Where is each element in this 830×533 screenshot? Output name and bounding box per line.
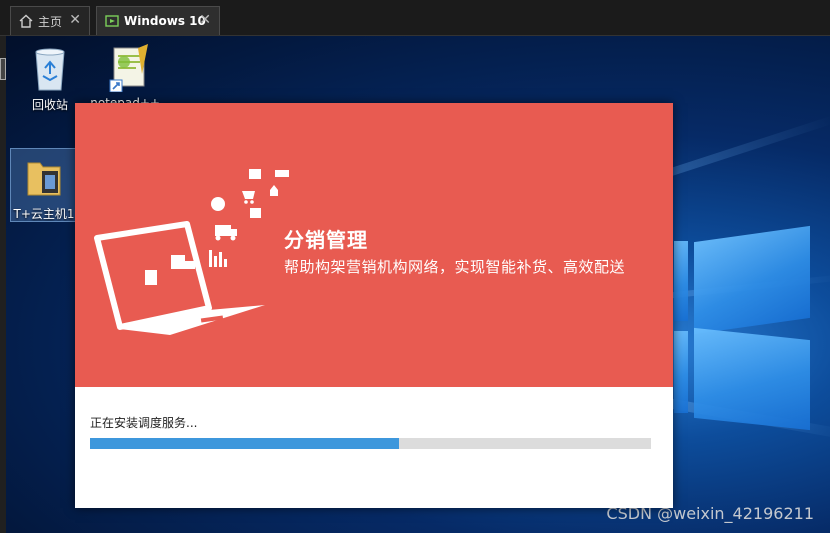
installer-title: 分销管理 — [284, 228, 368, 252]
vm-icon — [105, 14, 119, 28]
install-status-text: 正在安装调度服务... — [90, 416, 198, 430]
windows-logo-pane — [694, 327, 810, 431]
windows-logo-pane — [694, 225, 810, 335]
windows-logo-pane — [674, 331, 688, 413]
distribution-illustration — [94, 169, 289, 335]
tab-windows-10[interactable]: Windows 10 ✕ — [96, 6, 220, 35]
vm-tab-bar: 主页 ✕ Windows 10 ✕ — [0, 0, 830, 36]
home-icon — [19, 14, 33, 28]
folder-icon — [22, 153, 66, 201]
installer-window: 分销管理 帮助构架营销机构网络，实现智能补货、高效配送 正在安装调度服务... — [75, 103, 673, 508]
tab-home-label: 主页 — [38, 14, 63, 29]
notepad-plus-plus-icon — [108, 44, 152, 93]
close-icon[interactable]: ✕ — [199, 12, 211, 28]
tab-windows-10-label: Windows 10 — [124, 14, 206, 28]
windows-logo-pane — [674, 241, 688, 321]
installer-subtitle: 帮助构架营销机构网络，实现智能补货、高效配送 — [284, 258, 626, 276]
install-progress-fill — [90, 438, 399, 449]
desktop-icon-t-cloud-host[interactable]: T+云主机1 — [10, 148, 78, 222]
close-icon[interactable]: ✕ — [69, 12, 81, 28]
tab-home[interactable]: 主页 ✕ — [10, 6, 90, 35]
installer-banner: 分销管理 帮助构架营销机构网络，实现智能补货、高效配送 — [75, 103, 673, 387]
desktop-icon-label: T+云主机1 — [13, 207, 75, 221]
desktop-icon-notepad-plus-plus[interactable]: notepad++ – — [90, 44, 170, 110]
recycle-bin-icon — [28, 44, 72, 92]
install-progress-bar — [90, 438, 651, 449]
